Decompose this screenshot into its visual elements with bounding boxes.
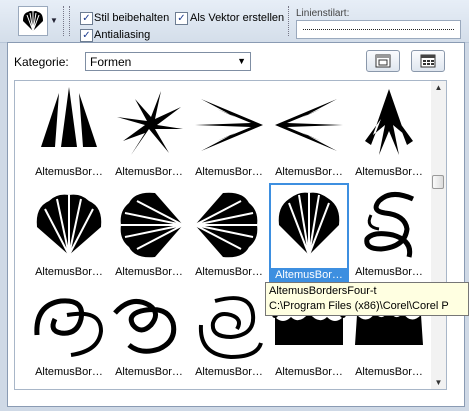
- kategorie-value: Formen: [90, 55, 132, 69]
- shape-item-caption: AltemusBor…: [275, 166, 343, 178]
- chevron-down-icon: ▼: [237, 56, 246, 66]
- shape-picker-button[interactable]: [18, 6, 48, 36]
- shape-item-caption: AltemusBor…: [35, 366, 103, 378]
- lightning-down-shape-icon: [365, 89, 413, 155]
- als-vektor-label: Als Vektor erstellen: [190, 12, 285, 24]
- als-vektor-checkbox[interactable]: ✓: [175, 12, 188, 25]
- shape-item[interactable]: AltemusBor…: [109, 183, 189, 283]
- lightning-left-shape-icon: [195, 99, 263, 151]
- kategorie-select[interactable]: Formen ▼: [85, 52, 251, 71]
- border-spikes-shape-icon: [41, 87, 97, 147]
- swirl-shape-icon: [364, 192, 415, 258]
- scroll-up-arrow-icon[interactable]: ▲: [431, 83, 446, 92]
- swirl-loops-shape-icon: [113, 298, 177, 354]
- lightning-burst-shape-icon: [117, 91, 183, 155]
- shape-item[interactable]: AltemusBor…: [349, 183, 429, 283]
- shell-left-shape-icon: [194, 192, 258, 258]
- spiral-shape-icon: [198, 296, 263, 360]
- stil-beibehalten-label: Stil beibehalten: [94, 12, 170, 24]
- shape-item-selected[interactable]: AltemusBor…: [269, 183, 349, 283]
- toolbar: ▼ ✓ Stil beibehalten ✓ Als Vektor erstel…: [0, 0, 469, 43]
- linienstil-label: Linienstilart:: [296, 8, 350, 19]
- shell-shape-icon: [36, 194, 102, 256]
- shape-item-caption: AltemusBor…: [115, 166, 183, 178]
- shape-item-caption: AltemusBor…: [115, 366, 183, 378]
- grid-view-button[interactable]: [411, 50, 445, 72]
- shell-shape-icon: [23, 11, 43, 32]
- shell-up-shape-icon: [278, 192, 340, 256]
- shell-right-shape-icon: [120, 192, 184, 258]
- shape-item-caption: AltemusBor…: [35, 266, 103, 278]
- chevron-down-icon[interactable]: ▼: [50, 16, 58, 25]
- shape-item-caption: AltemusBor…: [195, 266, 263, 278]
- grid-view-icon: [420, 54, 436, 68]
- shape-item-caption: AltemusBor…: [355, 266, 423, 278]
- toolbar-grip: [288, 6, 291, 36]
- tooltip-path: C:\Program Files (x86)\Corel\Corel P: [269, 300, 449, 312]
- antialiasing-checkbox[interactable]: ✓: [80, 29, 93, 42]
- linienstil-dropdown[interactable]: [296, 20, 461, 39]
- shape-item[interactable]: AltemusBor…: [189, 283, 269, 383]
- shape-item[interactable]: AltemusBor…: [29, 283, 109, 383]
- shape-item-caption: AltemusBor…: [35, 166, 103, 178]
- shape-item-caption: AltemusBor…: [269, 268, 349, 283]
- kategorie-label: Kategorie:: [14, 55, 69, 69]
- swirl-shape-icon: [34, 298, 104, 357]
- scrollbar-thumb[interactable]: [432, 175, 444, 189]
- stil-beibehalten-checkbox[interactable]: ✓: [80, 12, 93, 25]
- vertical-scrollbar[interactable]: ▲ ▼: [431, 80, 447, 390]
- scroll-down-arrow-icon[interactable]: ▼: [431, 378, 446, 387]
- shape-item-caption: AltemusBor…: [115, 266, 183, 278]
- antialiasing-label: Antialiasing: [94, 29, 151, 41]
- open-folder-button[interactable]: [366, 50, 400, 72]
- shape-item-caption: AltemusBor…: [195, 166, 263, 178]
- tooltip-name: AltemusBordersFour-t: [269, 285, 377, 297]
- shape-tooltip: AltemusBordersFour-t C:\Program Files (x…: [265, 282, 469, 316]
- shape-item[interactable]: AltemusBor…: [349, 83, 429, 183]
- shape-item-caption: AltemusBor…: [195, 366, 263, 378]
- shape-item[interactable]: AltemusBor…: [269, 83, 349, 183]
- toolbar-grip: [69, 6, 72, 36]
- shape-item-caption: AltemusBor…: [355, 166, 423, 178]
- shape-item[interactable]: AltemusBor…: [29, 83, 109, 183]
- shape-item[interactable]: AltemusBor…: [109, 283, 189, 383]
- shape-item-caption: AltemusBor…: [275, 366, 343, 378]
- lightning-right-shape-icon: [275, 99, 343, 151]
- folder-icon: [375, 54, 391, 68]
- shape-item-caption: AltemusBor…: [355, 366, 423, 378]
- shape-item[interactable]: AltemusBor…: [189, 183, 269, 283]
- toolbar-grip: [63, 6, 66, 36]
- shape-item[interactable]: AltemusBor…: [109, 83, 189, 183]
- shape-grid: AltemusBor… AltemusBor… AltemusBor… Alte…: [14, 80, 433, 390]
- shape-item[interactable]: AltemusBor…: [29, 183, 109, 283]
- shape-item[interactable]: AltemusBor…: [189, 83, 269, 183]
